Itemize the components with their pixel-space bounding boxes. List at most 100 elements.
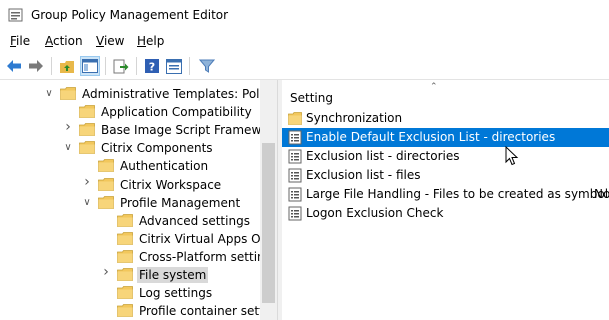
tree-item[interactable]: Profile container settin [0, 302, 275, 320]
tree-item[interactable]: Advanced settings [0, 212, 260, 230]
menu-view[interactable]: View [96, 34, 124, 48]
policy-setting-icon [288, 187, 302, 202]
tree-item-label: Log settings [139, 286, 213, 300]
gpme-app-icon [8, 7, 24, 23]
tree-item[interactable]: › File system [0, 265, 260, 284]
tree-item[interactable]: ∨ Profile Management [0, 194, 260, 212]
properties-button[interactable] [164, 56, 184, 76]
tree-item[interactable]: Authentication [0, 157, 260, 175]
tree-item-label: Profile container settin [139, 304, 275, 318]
folder-icon [98, 196, 114, 209]
folder-icon [288, 112, 302, 125]
folder-icon [79, 123, 95, 136]
properties-icon [166, 58, 182, 74]
setting-row-label: Logon Exclusion Check [306, 206, 444, 220]
filter-button[interactable] [197, 56, 217, 76]
filter-icon [199, 59, 215, 73]
folder-icon [79, 105, 95, 118]
menu-file-label: ile [16, 34, 31, 48]
tree-item-label: Advanced settings [139, 214, 250, 228]
export-list-button[interactable] [111, 56, 131, 76]
policy-setting-icon [288, 206, 302, 221]
tree-item-label: Base Image Script Framework [101, 123, 277, 137]
menu-action[interactable]: Action [45, 34, 83, 48]
mouse-pointer-icon [505, 145, 519, 166]
expanded-chevron-icon[interactable]: ∨ [82, 197, 92, 209]
menu-help-label: elp [146, 34, 165, 48]
window-title: Group Policy Management Editor [31, 8, 229, 22]
tree-item[interactable]: ∨ Administrative Templates: Policy [0, 85, 276, 103]
policy-setting-icon [288, 149, 302, 164]
forward-button[interactable] [26, 56, 46, 76]
forward-icon [29, 60, 43, 72]
tree-item-label: Authentication [120, 159, 209, 173]
svg-text:?: ? [149, 61, 155, 74]
collapsed-chevron-icon[interactable]: › [63, 120, 73, 134]
collapsed-chevron-icon[interactable]: › [101, 265, 111, 279]
folder-icon [79, 141, 95, 154]
setting-row-label: Enable Default Exclusion List - director… [306, 130, 556, 144]
menu-file[interactable]: File [10, 34, 30, 48]
setting-row-label: Exclusion list - directories [306, 149, 460, 163]
toolbar-separator [51, 57, 52, 75]
folder-icon [98, 159, 114, 172]
setting-row-label: Synchronization [306, 111, 403, 125]
export-list-icon [113, 59, 129, 73]
folder-icon [117, 250, 133, 263]
setting-row-state: No [594, 187, 609, 201]
show-hide-tree-icon [82, 59, 98, 73]
folder-icon [117, 268, 133, 281]
setting-row-label: Exclusion list - files [306, 168, 421, 182]
setting-row[interactable]: Logon Exclusion Check [282, 204, 609, 223]
menu-bar: File Action View Help [0, 31, 609, 53]
tree-item[interactable]: Application Compatibility [0, 103, 260, 121]
column-header-label: Setting [290, 91, 333, 105]
tree-item[interactable]: ∨ Citrix Components [0, 139, 260, 157]
setting-row[interactable]: Synchronization [282, 109, 609, 128]
expanded-chevron-icon[interactable]: ∨ [44, 88, 54, 100]
gpme-window: Group Policy Management Editor File Acti… [0, 0, 609, 320]
back-icon [7, 60, 21, 72]
title-bar: Group Policy Management Editor [0, 0, 609, 31]
folder-icon [98, 178, 114, 191]
policy-setting-icon [288, 130, 302, 145]
menu-help-accelerator: H [137, 34, 147, 48]
up-one-level-button[interactable] [57, 56, 77, 76]
tree-item-label: Cross-Platform setting [139, 250, 273, 264]
folder-icon [60, 87, 76, 100]
menu-help[interactable]: Help [137, 34, 164, 48]
setting-row-label: Large File Handling - Files to be create… [306, 187, 609, 201]
tree-item[interactable]: › Base Image Script Framework [0, 120, 277, 139]
menu-view-accelerator: V [96, 34, 104, 48]
tree-item[interactable]: Citrix Virtual Apps Opti [0, 230, 276, 248]
tree-scrollbar-thumb[interactable] [262, 143, 275, 303]
tree-pane[interactable]: ∨ Administrative Templates: Policy Applica… [0, 80, 277, 320]
toolbar-separator [136, 57, 137, 75]
tree-item-label: Application Compatibility [101, 105, 252, 119]
show-hide-tree-button[interactable] [80, 56, 100, 76]
tree-item-label: Administrative Templates: Policy [82, 87, 277, 101]
expanded-chevron-icon[interactable]: ∨ [63, 142, 73, 154]
back-button[interactable] [4, 56, 24, 76]
policy-setting-icon [288, 168, 302, 183]
help-button[interactable]: ? [142, 56, 162, 76]
menu-view-label: iew [103, 34, 125, 48]
tree-item-label: Citrix Components [101, 141, 213, 155]
settings-list-pane[interactable]: Setting ⌃ Synchronization Enable Default … [282, 80, 609, 320]
tree-item[interactable]: Log settings [0, 284, 260, 302]
setting-row[interactable]: Enable Default Exclusion List - director… [282, 128, 609, 147]
tree-item[interactable]: Cross-Platform setting [0, 248, 272, 266]
collapsed-chevron-icon[interactable]: › [82, 175, 92, 189]
tree-item[interactable]: › Citrix Workspace [0, 175, 260, 194]
setting-row[interactable]: Exclusion list - files [282, 166, 609, 185]
menu-action-label: ction [53, 34, 83, 48]
column-header-setting[interactable]: Setting ⌃ [282, 80, 609, 112]
up-folder-icon [60, 60, 74, 73]
help-icon: ? [145, 59, 159, 74]
folder-icon [117, 232, 133, 245]
setting-row[interactable]: Exclusion list - directories [282, 147, 609, 166]
setting-row[interactable]: Large File Handling - Files to be create… [282, 185, 609, 204]
